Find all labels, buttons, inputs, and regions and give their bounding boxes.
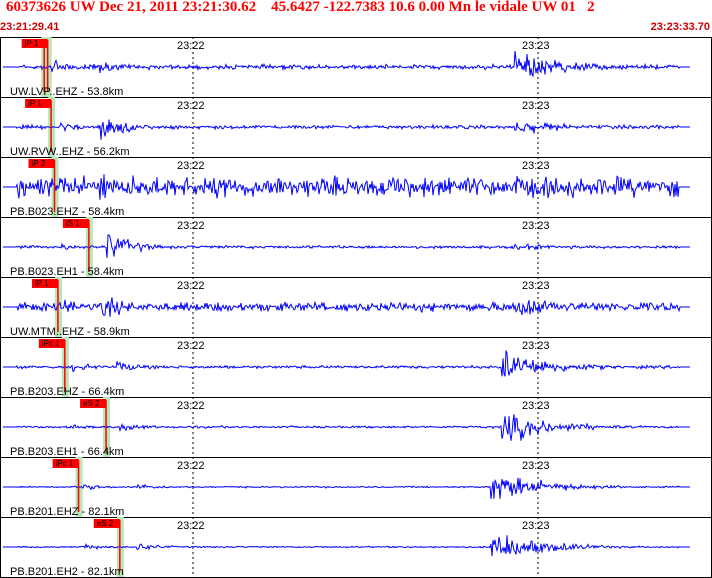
channel-label: UW.LVP..EHZ - 53.8km xyxy=(10,86,123,98)
phase-pick-label: iP 1 xyxy=(25,39,39,48)
time-label: 23:23 xyxy=(522,460,550,472)
seismogram-panel[interactable]: 23:22 23:23iP 1UW.LVP..EHZ - 53.8km23:22 2… xyxy=(0,0,712,578)
waveform-trace xyxy=(3,174,690,200)
channel-label: PB.B201.EH2 - 82.1km xyxy=(10,566,124,578)
phase-pick-label: iP 1 xyxy=(28,99,42,108)
phase-pick-label: eS 2 xyxy=(97,519,114,528)
time-label: 23:23 xyxy=(522,220,550,232)
time-label: 23:22 xyxy=(177,160,205,172)
phase-pick-label: iS 1 xyxy=(66,219,80,228)
time-label: 23:22 xyxy=(177,460,205,472)
waveform-trace xyxy=(3,50,690,78)
waveform-trace xyxy=(3,119,690,140)
time-label: 23:23 xyxy=(522,340,550,352)
time-label: 23:22 xyxy=(177,400,205,412)
time-label: 23:23 xyxy=(522,520,550,532)
phase-pick-label: iP 1 xyxy=(35,279,49,288)
time-label: 23:23 xyxy=(522,100,550,112)
waveform-trace xyxy=(3,234,690,258)
time-label: 23:23 xyxy=(522,160,550,172)
time-label: 23:22 xyxy=(177,280,205,292)
channel-label: PB.B201.EHZ - 82.1km xyxy=(10,506,124,518)
time-label: 23:22 xyxy=(177,340,205,352)
time-label: 23:22 xyxy=(177,520,205,532)
time-label: 23:22 xyxy=(177,40,205,52)
phase-pick-label: iP 2 xyxy=(32,159,46,168)
time-label: 23:23 xyxy=(522,40,550,52)
channel-label: PB.B023.EHZ - 58.4km xyxy=(10,206,124,218)
waveform-trace xyxy=(3,297,690,317)
phase-pick-label: iPc 1 xyxy=(42,339,60,348)
time-label: 23:22 xyxy=(177,100,205,112)
waveform-trace xyxy=(3,350,690,377)
channel-label: PB.B203.EHZ - 66.4km xyxy=(10,386,124,398)
channel-label: PB.B023.EH1 - 58.4km xyxy=(10,266,124,278)
waveform-trace xyxy=(3,477,690,500)
waveform-trace xyxy=(3,535,690,557)
channel-label: PB.B203.EH1 - 66.4km xyxy=(10,446,124,458)
phase-pick-label: eS 2 xyxy=(83,399,100,408)
channel-label: UW.RVW..EHZ - 56.2km xyxy=(10,146,130,158)
time-label: 23:23 xyxy=(522,400,550,412)
time-label: 23:23 xyxy=(522,280,550,292)
phase-pick-label: iPc 1 xyxy=(56,459,74,468)
time-label: 23:22 xyxy=(177,220,205,232)
channel-label: UW.MTM..EHZ - 58.9km xyxy=(10,326,130,338)
